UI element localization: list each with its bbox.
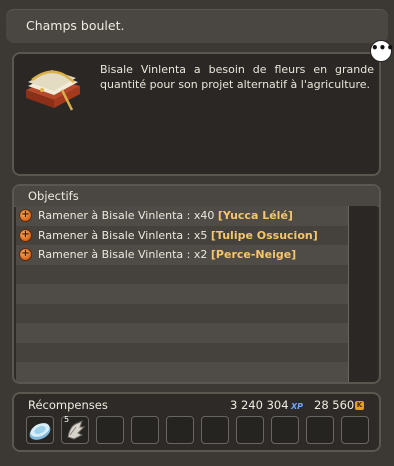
objective-row[interactable]: + Ramener à Bisale Vinlenta : x2 [Perce-…	[16, 245, 350, 265]
empty-row	[16, 342, 350, 362]
objective-text: Ramener à Bisale Vinlenta : x2	[38, 248, 211, 261]
empty-row	[16, 323, 350, 343]
silver-coin-icon	[29, 423, 51, 440]
objective-row[interactable]: + Ramener à Bisale Vinlenta : x5 [Tulipe…	[16, 225, 350, 245]
quest-description-panel: Bisale Vinlenta a besoin de fleurs en gr…	[12, 52, 381, 176]
xp-amount: 3 240 304	[230, 398, 289, 412]
objective-text: Ramener à Bisale Vinlenta : x5	[38, 228, 211, 242]
xp-icon: XP	[291, 402, 304, 411]
objective-status-icon: +	[19, 209, 32, 222]
rewards-panel: Récompenses 3 240 304 XP 28 560 K 5	[12, 392, 381, 452]
quest-description-text: Bisale Vinlenta a besoin de fleurs en gr…	[100, 63, 374, 91]
reward-slot[interactable]	[26, 416, 54, 444]
quest-window: Champs boulet. ••• Bisale Vinlenta a bes…	[0, 0, 394, 466]
objective-status-icon: +	[19, 228, 32, 242]
objective-text: Ramener à Bisale Vinlenta : x40	[38, 209, 218, 222]
reward-slot-empty[interactable]	[236, 416, 264, 444]
reward-slot-empty[interactable]	[166, 416, 194, 444]
objectives-panel: Objectifs + Ramener à Bisale Vinlenta : …	[12, 184, 381, 384]
empty-row	[16, 264, 350, 284]
item-quantity: 5	[64, 415, 70, 424]
rewards-label: Récompenses	[28, 398, 108, 412]
empty-row	[16, 362, 350, 382]
objectives-header: Objectifs	[14, 186, 379, 207]
objective-row[interactable]: + Ramener à Bisale Vinlenta : x40 [Yucca…	[16, 206, 350, 226]
objectives-scrollbar[interactable]	[348, 206, 377, 382]
objective-item-link[interactable]: [Yucca Lélé]	[218, 209, 293, 222]
title-bar[interactable]: Champs boulet.	[6, 9, 388, 43]
empty-row	[16, 303, 350, 323]
empty-row	[16, 284, 350, 304]
reward-slot[interactable]: 5	[61, 415, 89, 444]
objectives-label: Objectifs	[28, 189, 79, 203]
speech-bubble-icon[interactable]: •••	[370, 40, 394, 62]
kamas-amount: 28 560	[314, 398, 355, 412]
reward-slot-empty[interactable]	[201, 416, 229, 444]
book-icon	[26, 70, 80, 111]
reward-slot-empty[interactable]	[306, 416, 334, 444]
quest-title: Champs boulet.	[26, 18, 125, 33]
reward-slot-empty[interactable]	[271, 416, 299, 444]
objective-item-link[interactable]: [Perce-Neige]	[211, 248, 296, 261]
objective-status-icon: +	[19, 248, 32, 261]
reward-slot-empty[interactable]	[131, 416, 159, 444]
reward-slot-empty[interactable]	[341, 416, 369, 444]
reward-slot-empty[interactable]	[96, 416, 124, 444]
kamas-icon: K	[355, 401, 364, 410]
objective-item-link[interactable]: [Tulipe Ossucion]	[211, 229, 318, 242]
objectives-list: + Ramener à Bisale Vinlenta : x40 [Yucca…	[16, 206, 350, 382]
